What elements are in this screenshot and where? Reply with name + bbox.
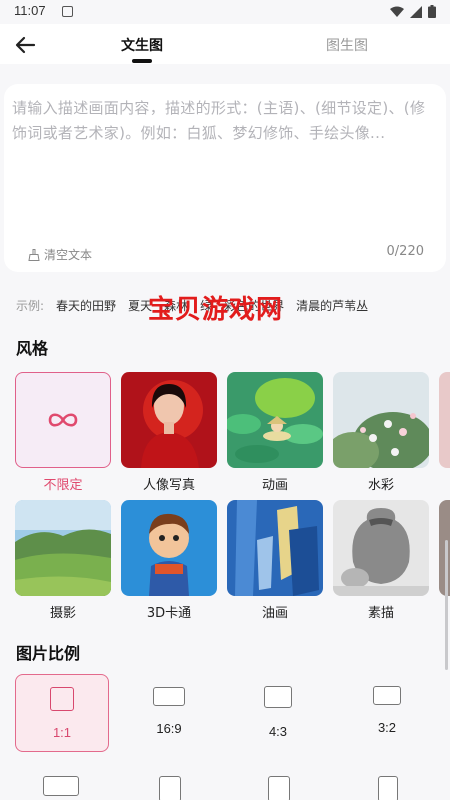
wifi-icon [390, 6, 404, 17]
style-label: 素描 [367, 606, 394, 621]
oil-painting-thumbnail [227, 500, 323, 596]
ratio-shape-3-2 [373, 686, 401, 705]
ratio-shape-4-3 [264, 686, 292, 708]
status-bar: 11:07 [0, 0, 450, 24]
style-option-portrait[interactable]: 人像写真 [121, 372, 217, 493]
ratio-shape-partial[interactable] [159, 776, 181, 800]
style-option-photography[interactable]: 摄影 [15, 500, 111, 621]
header: 文生图 图生图 [0, 24, 450, 64]
ratio-option-3-2[interactable]: 3:2 [340, 674, 434, 752]
prompt-input-card[interactable]: 请输入描述画面内容，描述的形式：(主语)、(细节设定)、(修饰词或者艺术家)。例… [4, 84, 446, 272]
style-thumb [15, 372, 111, 468]
broom-icon [28, 248, 40, 261]
ratio-label: 16:9 [156, 721, 182, 736]
example-chip[interactable]: 清晨的芦苇丛 [296, 297, 368, 314]
style-label: 3D卡通 [146, 606, 192, 621]
style-option-watercolor[interactable]: 水彩 [333, 372, 429, 493]
ratio-label: 4:3 [268, 724, 288, 739]
style-option-sketch[interactable]: 素描 [333, 500, 429, 621]
tab-active-indicator [132, 59, 152, 63]
ratio-shape-square [50, 687, 74, 711]
ratio-shape-partial[interactable] [43, 776, 79, 796]
ratio-section-title: 图片比例 [16, 644, 81, 663]
photography-thumbnail [15, 500, 111, 596]
style-option-oil-painting[interactable]: 油画 [227, 500, 323, 621]
ratio-label: 1:1 [52, 725, 72, 740]
style-option-3d-cartoon[interactable]: 3D卡通 [121, 500, 217, 621]
ratio-option-16-9[interactable]: 16:9 [122, 674, 216, 752]
style-label: 不限定 [43, 478, 83, 493]
clear-text-button[interactable]: 清空文本 [28, 246, 92, 263]
style-section-title: 风格 [16, 339, 49, 358]
sketch-thumbnail [333, 500, 429, 596]
ratio-shape-partial[interactable] [268, 776, 290, 800]
signal-icon [410, 5, 422, 18]
style-option-anime[interactable]: 动画 [227, 372, 323, 493]
examples-label: 示例: [16, 299, 45, 313]
style-label: 人像写真 [142, 478, 195, 493]
ratio-shape-wide [153, 687, 185, 706]
ratio-option-4-3[interactable]: 4:3 [231, 674, 325, 752]
ratio-label: 3:2 [377, 720, 397, 735]
ratio-option-1-1[interactable]: 1:1 [15, 674, 109, 752]
style-option-partial[interactable] [439, 372, 450, 468]
style-label: 水彩 [367, 478, 394, 493]
tab-text-to-image[interactable]: 文生图 [121, 35, 163, 55]
watermark-text: 宝贝游戏网 [148, 295, 284, 325]
style-label: 油画 [261, 606, 288, 621]
status-icons [390, 5, 436, 18]
prompt-placeholder[interactable]: 请输入描述画面内容，描述的形式：(主语)、(细节设定)、(修饰词或者艺术家)。例… [12, 96, 432, 146]
portrait-thumbnail [121, 372, 217, 468]
scrollbar-thumb[interactable] [445, 540, 448, 670]
anime-thumbnail [227, 372, 323, 468]
example-chip[interactable]: 春天的田野 [56, 297, 116, 314]
style-option-unlimited[interactable]: 不限定 [15, 372, 111, 493]
tab-image-to-image[interactable]: 图生图 [326, 35, 368, 55]
battery-icon [428, 5, 436, 18]
infinity-icon [48, 413, 78, 427]
watercolor-thumbnail [333, 372, 429, 468]
notification-icon [62, 6, 73, 17]
clear-text-label: 清空文本 [44, 248, 93, 262]
style-label: 动画 [261, 478, 288, 493]
status-time: 11:07 [14, 3, 46, 18]
char-counter: 0/220 [386, 244, 424, 259]
3d-cartoon-thumbnail [121, 500, 217, 596]
ratio-shape-partial[interactable] [378, 776, 398, 800]
style-label: 摄影 [49, 606, 76, 621]
arrow-left-icon[interactable] [14, 34, 36, 56]
